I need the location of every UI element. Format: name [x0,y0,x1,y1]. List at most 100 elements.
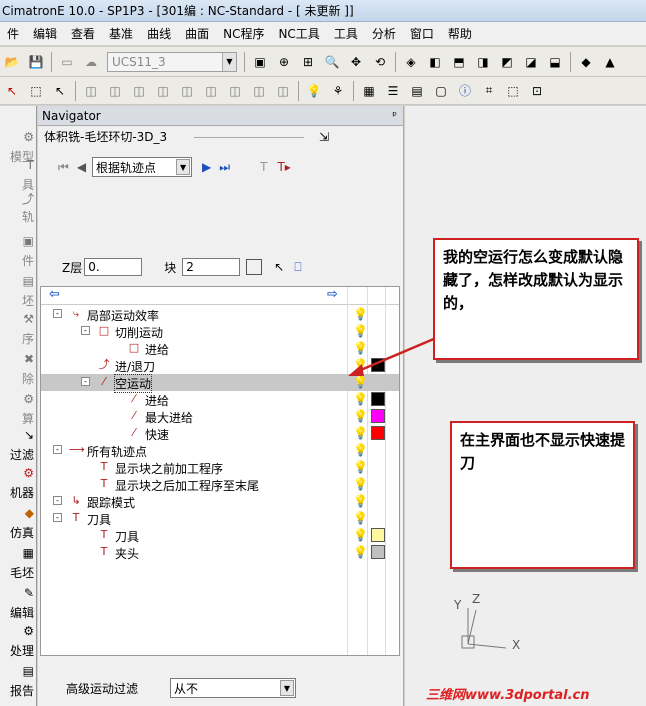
lamp-icon[interactable]: ⚘ [328,81,348,101]
strip-item-delete[interactable]: ✖ 除 [0,352,36,392]
arrow-left-icon[interactable]: ⇦ [49,287,60,302]
view-top-icon[interactable]: ⬒ [449,52,469,72]
filter-solid-icon[interactable]: ◫ [177,81,197,101]
tree-row[interactable]: T 显示块之后加工程序至末尾 💡 [41,476,399,493]
tree-row[interactable]: T 刀具 💡 [41,527,399,544]
render-icon[interactable]: ◆ [576,52,596,72]
select-arrow-icon[interactable]: ↖ [2,81,22,101]
filter-curve-icon[interactable]: ◫ [129,81,149,101]
strip-item-edit[interactable]: ✎ 编辑 [0,586,36,626]
first-step-icon[interactable]: ⏮ [58,160,69,175]
strip-item-simulation[interactable]: ◆ 仿真 [0,506,36,546]
filter-plane-icon[interactable]: ◫ [273,81,293,101]
strip-item-machine[interactable]: ⚙ 机器 [0,466,36,506]
menu-view[interactable]: 查看 [64,25,102,42]
visibility-bulb-icon[interactable]: 💡 [353,511,368,525]
door-icon[interactable]: ⎕ [294,260,301,275]
visibility-bulb-icon[interactable]: 💡 [353,528,368,542]
visibility-bulb-icon[interactable]: 💡 [353,426,368,440]
strip-item-procedure[interactable]: ⚒ 序 [0,312,36,352]
shade-icon[interactable]: ▲ [600,52,620,72]
menu-window[interactable]: 窗口 [403,25,441,42]
last-step-icon[interactable]: ⏭ [219,160,230,175]
tree-row[interactable]: - ⤷ 局部运动效率 💡 [41,306,399,323]
strip-item-report[interactable]: ▤ 报告 [0,664,36,704]
tool-next-icon[interactable]: T▸ [277,160,290,174]
step-mode-select[interactable]: 根据轨迹点 ▼ [92,157,193,177]
comment-icon[interactable]: ▢ [431,81,451,101]
open-icon[interactable]: 📂 [2,52,22,72]
tree-row[interactable]: T 夹头 💡 [41,544,399,561]
block-input[interactable]: 2 [182,258,241,276]
strip-item-process[interactable]: ⚙ 处理 [0,624,36,664]
collapse-icon[interactable]: - [81,326,90,335]
menu-analysis[interactable]: 分析 [365,25,403,42]
dim-icon[interactable]: ⊡ [527,81,547,101]
visibility-bulb-icon[interactable]: 💡 [353,545,368,559]
strip-item-blank[interactable]: ▦ 毛坯 [0,546,36,586]
measure-icon[interactable]: ⌗ [479,81,499,101]
menu-nc-program[interactable]: NC程序 [216,25,271,42]
light-icon[interactable]: 💡 [304,81,324,101]
menu-tools[interactable]: 工具 [327,25,365,42]
pointer-icon[interactable]: ↖ [274,260,284,274]
cloud-icon[interactable]: ☁ [81,52,101,72]
collapse-icon[interactable]: - [53,309,62,318]
view-bottom-icon[interactable]: ⬓ [545,52,565,72]
visibility-bulb-icon[interactable]: 💡 [353,307,368,321]
menu-surface[interactable]: 曲面 [178,25,216,42]
menu-file[interactable]: 件 [0,25,26,42]
prev-step-icon[interactable]: ◀ [77,160,86,174]
filter-point-icon[interactable]: ◫ [153,81,173,101]
ucs-combo[interactable]: UCS11_3 ▼ [107,51,237,72]
view-right-icon[interactable]: ◨ [473,52,493,72]
color-swatch[interactable] [371,528,385,542]
save-icon[interactable]: 💾 [26,52,46,72]
strip-item-trajectory[interactable]: ⤴ 轨 [0,190,36,230]
strip-item-stock[interactable]: ▤ 坯 [0,274,36,314]
select-filter-icon[interactable]: ⬚ [26,81,46,101]
tree-row[interactable]: ⁄ 进给 💡 [41,391,399,408]
visibility-bulb-icon[interactable]: 💡 [353,494,368,508]
export-icon[interactable]: ⇲ [319,126,329,148]
color-swatch[interactable] [371,545,385,559]
z-layer-input[interactable]: 0. [84,258,143,276]
pointer-dropdown-icon[interactable]: ↖ [50,81,70,101]
visibility-bulb-icon[interactable]: 💡 [353,409,368,423]
collapse-icon[interactable]: - [53,445,62,454]
tree-row[interactable]: T 显示块之前加工程序 💡 [41,459,399,476]
zoom-box-icon[interactable]: ⊞ [298,52,318,72]
table-icon[interactable]: ▦ [359,81,379,101]
view-back-icon[interactable]: ◩ [497,52,517,72]
zoom-window-icon[interactable]: ⊕ [274,52,294,72]
list-icon[interactable]: ☰ [383,81,403,101]
tree-row[interactable]: - ↳ 跟踪模式 💡 [41,493,399,510]
view-front-icon[interactable]: ◧ [425,52,445,72]
filter-edge-icon[interactable]: ◫ [105,81,125,101]
strip-item-filter[interactable]: ↘ 过滤 [0,428,36,468]
visibility-bulb-icon[interactable]: 💡 [353,477,368,491]
tree-row[interactable]: - ⟶ 所有轨迹点 💡 [41,442,399,459]
collapse-icon[interactable]: - [53,496,62,505]
properties-icon[interactable]: ▤ [407,81,427,101]
view-iso-icon[interactable]: ◈ [401,52,421,72]
print-icon[interactable]: ▭ [57,52,77,72]
color-swatch[interactable] [371,426,385,440]
zoom-all-icon[interactable]: ▣ [250,52,270,72]
tree-row[interactable]: - T 刀具 💡 [41,510,399,527]
advanced-filter-select[interactable]: 从不 ▼ [170,678,296,698]
filter-set-icon[interactable]: ◫ [201,81,221,101]
filter-face-icon[interactable]: ◫ [81,81,101,101]
tree-row[interactable]: ⁄ 最大进给 💡 [41,408,399,425]
view-left-icon[interactable]: ◪ [521,52,541,72]
color-swatch[interactable] [371,392,385,406]
zoom-magnifier-icon[interactable]: 🔍 [322,52,342,72]
tool-prev-icon[interactable]: T [260,160,267,174]
next-step-icon[interactable]: ▶ [202,160,211,174]
menu-edit[interactable]: 编辑 [26,25,64,42]
grid-icon[interactable] [246,259,263,275]
rotate-icon[interactable]: ⟲ [370,52,390,72]
color-swatch[interactable] [371,409,385,423]
pan-icon[interactable]: ✥ [346,52,366,72]
info-icon[interactable]: ⓘ [455,81,475,101]
